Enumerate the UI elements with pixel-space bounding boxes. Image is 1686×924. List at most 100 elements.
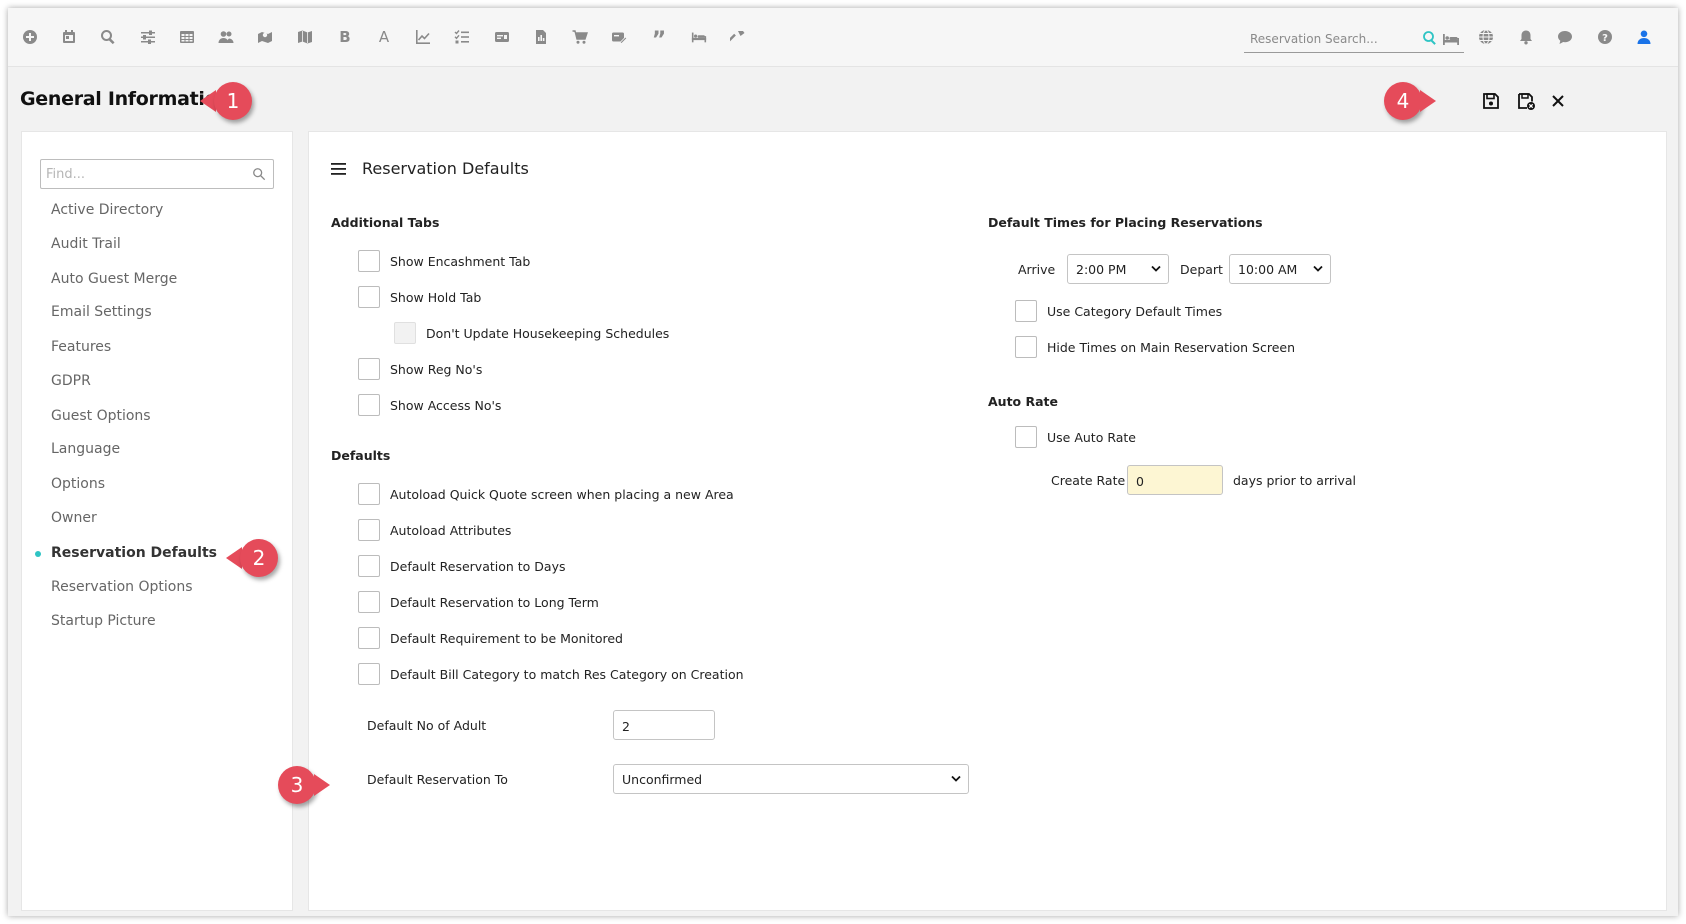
edit-card-icon[interactable] [609,27,629,47]
font-a-icon[interactable]: A [374,27,394,47]
add-circle-icon[interactable] [20,27,40,47]
cart-icon[interactable] [570,27,590,47]
checkbox[interactable] [358,627,380,649]
menu-icon[interactable] [331,162,347,176]
page-title: General Information [20,88,231,110]
hammer-icon[interactable] [728,27,748,47]
default-no-of-adult-input[interactable]: 2 [613,710,715,740]
chat-icon[interactable] [1555,27,1575,47]
save-button[interactable] [1478,88,1504,114]
sidebar-item-active-directory[interactable]: Active Directory [51,202,163,218]
id-card-icon[interactable] [492,27,512,47]
show-reg-nos-checkbox[interactable]: Show Reg No's [358,358,482,380]
show-encashment-tab-checkbox[interactable]: Show Encashment Tab [358,250,530,272]
checkbox[interactable] [358,663,380,685]
checkbox-label: Use Auto Rate [1047,429,1136,445]
use-auto-rate-checkbox[interactable]: Use Auto Rate [1015,426,1136,448]
checkbox[interactable] [1015,426,1037,448]
sliders-icon[interactable] [138,27,158,47]
callout-badge: 4 [1384,82,1422,120]
settings-sidebar: Find... Active Directory Audit Trail Aut… [21,131,293,911]
autoload-attributes-checkbox[interactable]: Autoload Attributes [358,519,511,541]
chevron-down-icon [951,775,961,782]
bold-b-icon[interactable]: B [335,27,355,47]
quote-icon[interactable]: ” [649,28,669,53]
globe-icon[interactable] [1476,27,1496,47]
sidebar-item-audit-trail[interactable]: Audit Trail [51,236,121,252]
user-icon[interactable] [1634,27,1654,47]
grid-icon[interactable] [177,27,197,47]
checkbox[interactable] [1015,336,1037,358]
help-icon[interactable]: ? [1595,27,1615,47]
checkbox[interactable] [358,394,380,416]
search-icon[interactable] [98,27,118,47]
bed-icon[interactable] [689,27,709,47]
dont-update-housekeeping-checkbox[interactable]: Don't Update Housekeeping Schedules [394,322,669,344]
sidebar-item-guest-options[interactable]: Guest Options [51,408,151,424]
checkbox[interactable] [358,483,380,505]
checkbox[interactable] [358,519,380,541]
find-input[interactable]: Find... [40,159,274,189]
checkbox-label: Default Requirement to be Monitored [390,630,623,646]
checkbox-label: Hide Times on Main Reservation Screen [1047,339,1296,355]
days-prior-label: days prior to arrival [1233,473,1357,488]
sidebar-item-owner[interactable]: Owner [51,510,97,526]
default-reservation-to-select[interactable]: Unconfirmed [613,764,969,794]
map-pins-icon[interactable] [255,27,275,47]
reservation-search-input[interactable]: Reservation Search... [1244,26,1464,53]
search-icon[interactable] [1422,30,1438,46]
sidebar-item-gdpr[interactable]: GDPR [51,373,91,389]
checkbox-label: Default Reservation to Days [390,558,566,574]
checkbox[interactable] [358,250,380,272]
checkbox[interactable] [358,555,380,577]
hide-times-checkbox[interactable]: Hide Times on Main Reservation Screen [1015,336,1295,358]
callout-badge: 1 [214,82,252,120]
create-rate-input[interactable]: 0 [1127,465,1223,495]
default-no-of-adult-label: Default No of Adult [367,718,487,733]
section-title-auto-rate: Auto Rate [988,394,1059,409]
checklist-icon[interactable] [452,27,472,47]
reservation-defaults-panel: Reservation Defaults Additional Tabs Sho… [308,131,1667,911]
close-button[interactable] [1545,88,1571,114]
checkbox[interactable] [358,286,380,308]
sidebar-item-label: Reservation Defaults [51,545,217,561]
default-reservation-long-term-checkbox[interactable]: Default Reservation to Long Term [358,591,599,613]
reservation-search-placeholder: Reservation Search... [1250,32,1378,46]
sidebar-item-email-settings[interactable]: Email Settings [51,304,152,320]
checkbox[interactable] [358,358,380,380]
show-access-nos-checkbox[interactable]: Show Access No's [358,394,501,416]
line-chart-icon[interactable] [413,27,433,47]
show-hold-tab-checkbox[interactable]: Show Hold Tab [358,286,481,308]
arrive-label: Arrive [1018,262,1056,277]
arrive-time-select[interactable]: 2:00 PM [1067,254,1169,284]
sidebar-item-startup-picture[interactable]: Startup Picture [51,613,156,629]
document-icon[interactable] [531,27,551,47]
checkbox[interactable] [1015,300,1037,322]
app-window: B A ” Reservation Search... ? General In… [8,8,1678,916]
checkbox[interactable] [358,591,380,613]
bed-icon[interactable] [1442,31,1460,47]
select-value: 10:00 AM [1238,262,1298,277]
panel-title: Reservation Defaults [362,159,529,178]
autoload-quick-quote-checkbox[interactable]: Autoload Quick Quote screen when placing… [358,483,734,505]
sidebar-item-language[interactable]: Language [51,441,120,457]
users-icon[interactable] [216,27,236,47]
sidebar-item-features[interactable]: Features [51,339,111,355]
default-requirement-monitored-checkbox[interactable]: Default Requirement to be Monitored [358,627,623,649]
default-reservation-days-checkbox[interactable]: Default Reservation to Days [358,555,566,577]
sidebar-item-options[interactable]: Options [51,476,105,492]
sidebar-item-reservation-defaults[interactable]: Reservation Defaults [35,545,217,561]
save-and-close-button[interactable] [1513,88,1539,114]
checkbox[interactable] [394,322,416,344]
checkbox-label: Don't Update Housekeeping Schedules [426,325,670,341]
sidebar-item-auto-guest-merge[interactable]: Auto Guest Merge [51,271,177,287]
bell-icon[interactable] [1516,27,1536,47]
use-category-default-times-checkbox[interactable]: Use Category Default Times [1015,300,1222,322]
calendar-icon[interactable] [59,27,79,47]
depart-time-select[interactable]: 10:00 AM [1229,254,1331,284]
chevron-down-icon [1151,265,1161,272]
active-indicator-dot [35,551,41,557]
map-icon[interactable] [295,27,315,47]
sidebar-item-reservation-options[interactable]: Reservation Options [51,579,193,595]
default-bill-category-checkbox[interactable]: Default Bill Category to match Res Categ… [358,663,744,685]
